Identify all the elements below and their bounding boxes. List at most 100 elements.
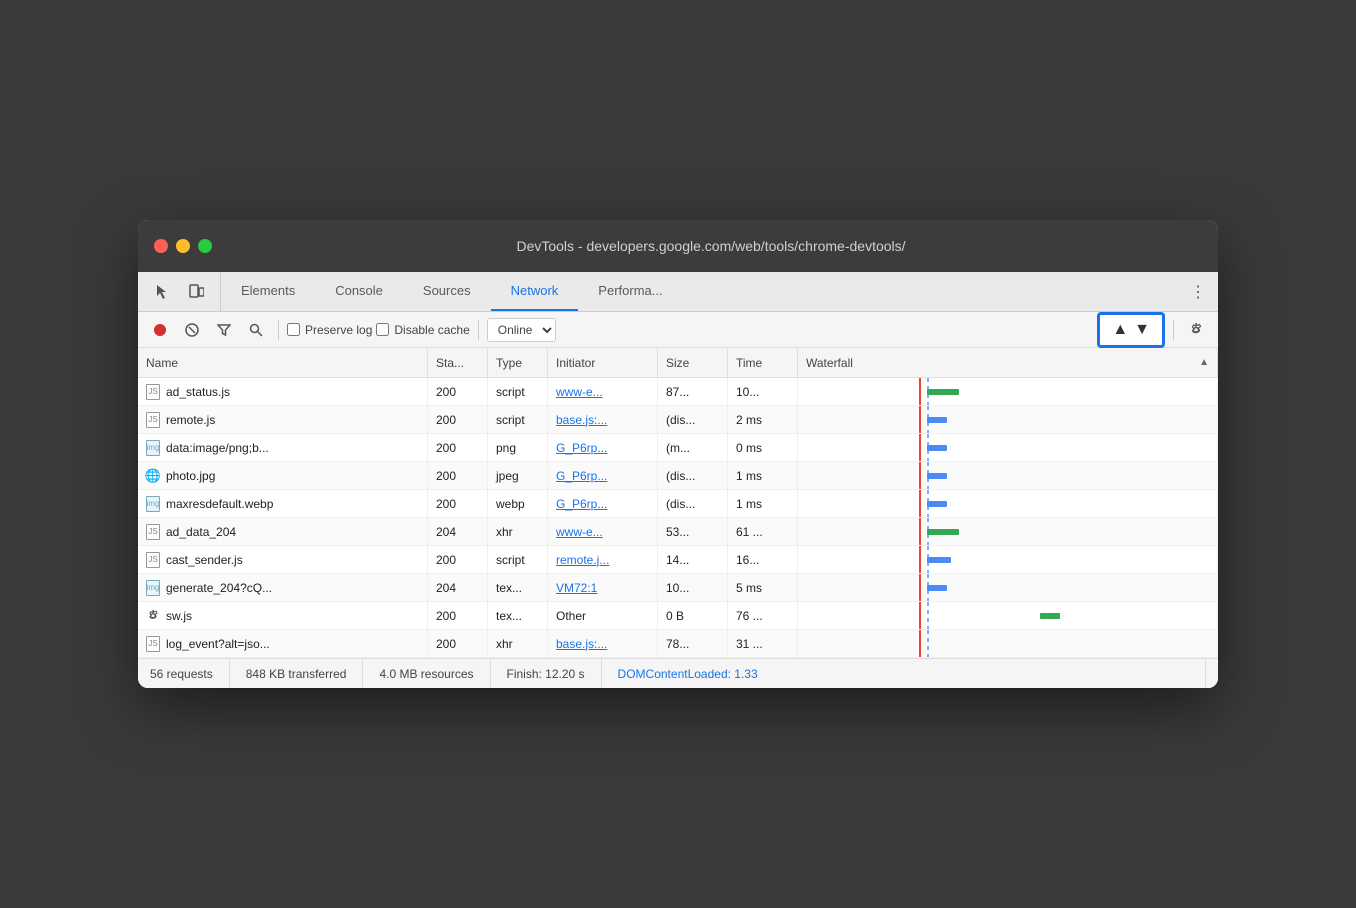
th-status[interactable]: Sta...: [428, 348, 488, 377]
initiator-link[interactable]: www-e...: [556, 525, 603, 539]
td-status: 200: [428, 378, 488, 405]
tab-elements[interactable]: Elements: [221, 272, 315, 311]
td-name: 🌐 photo.jpg: [138, 462, 428, 489]
tab-sources[interactable]: Sources: [403, 272, 491, 311]
td-initiator: base.js:...: [548, 406, 658, 433]
td-waterfall: [798, 378, 1218, 405]
table-row[interactable]: img data:image/png;b... 200 png G_P6rp..…: [138, 434, 1218, 462]
close-button[interactable]: [154, 239, 168, 253]
resources-size: 4.0 MB resources: [363, 659, 490, 688]
disable-cache-checkbox[interactable]: [376, 323, 389, 336]
td-type: script: [488, 378, 548, 405]
tab-console[interactable]: Console: [315, 272, 403, 311]
tab-network[interactable]: Network: [491, 272, 579, 311]
td-name: JS ad_data_204: [138, 518, 428, 545]
initiator-text: Other: [556, 609, 586, 623]
filter-button[interactable]: [210, 316, 238, 344]
waterfall-cell: [806, 574, 1209, 601]
finish-time: Finish: 12.20 s: [491, 659, 602, 688]
td-waterfall: [798, 518, 1218, 545]
initiator-link[interactable]: G_P6rp...: [556, 497, 607, 511]
table-row[interactable]: JS cast_sender.js 200 script remote.j...…: [138, 546, 1218, 574]
tab-performance[interactable]: Performa...: [578, 272, 682, 311]
td-time: 1 ms: [728, 462, 798, 489]
tabs-list: Elements Console Sources Network Perform…: [221, 272, 1178, 311]
td-time: 10...: [728, 378, 798, 405]
table-row[interactable]: img generate_204?cQ... 204 tex... VM72:1…: [138, 574, 1218, 602]
table-row[interactable]: JS log_event?alt=jso... 200 xhr base.js:…: [138, 630, 1218, 658]
td-type: tex...: [488, 602, 548, 629]
minimize-button[interactable]: [176, 239, 190, 253]
td-waterfall: [798, 630, 1218, 657]
more-tabs-button[interactable]: ⋮: [1178, 272, 1218, 311]
td-time: 5 ms: [728, 574, 798, 601]
device-icon-btn[interactable]: [182, 278, 210, 306]
td-time: 76 ...: [728, 602, 798, 629]
divider-2: [478, 320, 479, 340]
td-type: script: [488, 546, 548, 573]
td-type: xhr: [488, 630, 548, 657]
th-waterfall[interactable]: Waterfall ▲: [798, 348, 1218, 377]
waterfall-red-line: [919, 630, 921, 657]
th-size[interactable]: Size: [658, 348, 728, 377]
th-initiator[interactable]: Initiator: [548, 348, 658, 377]
initiator-link[interactable]: base.js:...: [556, 413, 607, 427]
table-row[interactable]: JS remote.js 200 script base.js:... (dis…: [138, 406, 1218, 434]
record-icon: [154, 324, 166, 336]
search-button[interactable]: [242, 316, 270, 344]
td-size: 78...: [658, 630, 728, 657]
td-initiator: Other: [548, 602, 658, 629]
td-type: script: [488, 406, 548, 433]
td-initiator: remote.j...: [548, 546, 658, 573]
maximize-button[interactable]: [198, 239, 212, 253]
td-name: img generate_204?cQ...: [138, 574, 428, 601]
th-time[interactable]: Time: [728, 348, 798, 377]
record-button[interactable]: [146, 316, 174, 344]
td-time: 61 ...: [728, 518, 798, 545]
download-icon[interactable]: ▼: [1134, 321, 1150, 339]
initiator-link[interactable]: G_P6rp...: [556, 441, 607, 455]
initiator-link[interactable]: remote.j...: [556, 553, 609, 567]
td-name: img maxresdefault.webp: [138, 490, 428, 517]
initiator-link[interactable]: www-e...: [556, 385, 603, 399]
waterfall-cell: [806, 602, 1209, 629]
td-status: 204: [428, 574, 488, 601]
row-filename: remote.js: [166, 413, 215, 427]
preserve-log-checkbox[interactable]: [287, 323, 300, 336]
waterfall-cell: [806, 462, 1209, 489]
table-row[interactable]: sw.js 200 tex... Other 0 B 76 ...: [138, 602, 1218, 630]
td-size: 0 B: [658, 602, 728, 629]
tab-icons-group: [138, 272, 221, 311]
table-row[interactable]: 🌐 photo.jpg 200 jpeg G_P6rp... (dis... 1…: [138, 462, 1218, 490]
disable-cache-checkbox-label[interactable]: Disable cache: [376, 323, 469, 337]
clear-button[interactable]: [178, 316, 206, 344]
upload-icon[interactable]: ▲: [1112, 321, 1128, 339]
table-row[interactable]: JS ad_data_204 204 xhr www-e... 53... 61…: [138, 518, 1218, 546]
td-size: (m...: [658, 434, 728, 461]
transferred-size: 848 KB transferred: [230, 659, 364, 688]
td-waterfall: [798, 434, 1218, 461]
cursor-icon-btn[interactable]: [148, 278, 176, 306]
table-row[interactable]: img maxresdefault.webp 200 webp G_P6rp..…: [138, 490, 1218, 518]
table-row[interactable]: JS ad_status.js 200 script www-e... 87..…: [138, 378, 1218, 406]
traffic-lights: [154, 239, 212, 253]
throttling-select[interactable]: Online: [487, 318, 556, 342]
td-size: 53...: [658, 518, 728, 545]
preserve-log-checkbox-label[interactable]: Preserve log: [287, 323, 372, 337]
gear-icon: [1188, 322, 1204, 338]
td-type: png: [488, 434, 548, 461]
td-waterfall: [798, 462, 1218, 489]
td-initiator: G_P6rp...: [548, 490, 658, 517]
initiator-link[interactable]: base.js:...: [556, 637, 607, 651]
th-name[interactable]: Name: [138, 348, 428, 377]
initiator-link[interactable]: VM72:1: [556, 581, 597, 595]
settings-button[interactable]: [1182, 316, 1210, 344]
td-size: 87...: [658, 378, 728, 405]
waterfall-cell: [806, 630, 1209, 657]
row-filename: cast_sender.js: [166, 553, 243, 567]
th-type[interactable]: Type: [488, 348, 548, 377]
waterfall-red-line: [919, 434, 921, 461]
upload-download-highlight-box: ▲ ▼: [1097, 312, 1165, 348]
divider-1: [278, 320, 279, 340]
initiator-link[interactable]: G_P6rp...: [556, 469, 607, 483]
